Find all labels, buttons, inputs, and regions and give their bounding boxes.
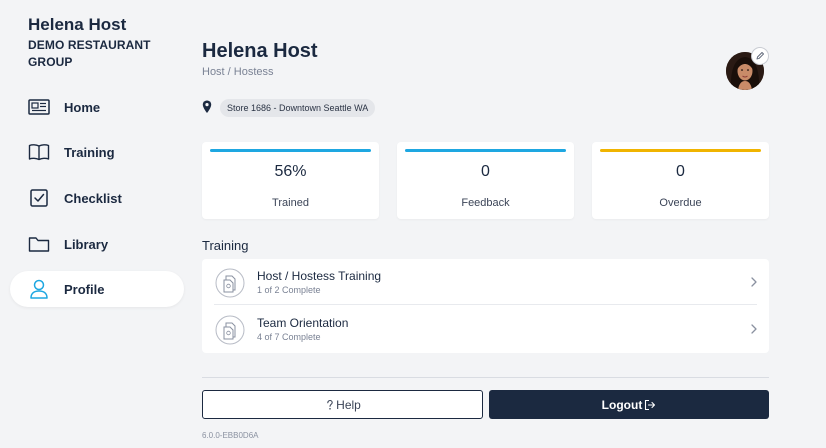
user-icon <box>30 279 48 299</box>
help-button-label: Help <box>336 397 361 412</box>
stat-value: 0 <box>676 163 685 180</box>
stat-label: Feedback <box>461 197 510 209</box>
edit-avatar-button[interactable] <box>751 47 769 65</box>
sidebar-user-name: Helena Host <box>28 15 127 34</box>
stat-value: 56% <box>274 163 307 180</box>
sidebar: Helena Host DEMO RESTAURANT GROUP Home T… <box>0 0 192 448</box>
training-item-team-orientation[interactable]: Team Orientation 4 of 7 Complete <box>202 306 769 352</box>
sidebar-item-checklist[interactable]: Checklist <box>10 180 184 216</box>
document-icon <box>215 268 245 298</box>
chevron-right-icon <box>751 277 757 287</box>
sidebar-item-label: Checklist <box>64 190 122 206</box>
stat-accent-bar <box>210 149 371 152</box>
sidebar-item-profile[interactable]: Profile <box>10 271 184 307</box>
sidebar-item-label: Home <box>64 99 101 115</box>
sidebar-org-name: DEMO RESTAURANT GROUP <box>28 38 151 69</box>
stat-card-trained[interactable]: 56% Trained <box>202 142 379 219</box>
chevron-right-icon <box>751 324 757 334</box>
stat-card-overdue[interactable]: 0 Overdue <box>592 142 769 219</box>
stat-card-feedback[interactable]: 0 Feedback <box>397 142 574 219</box>
document-icon <box>215 315 245 345</box>
sidebar-item-training[interactable]: Training <box>10 134 184 170</box>
pencil-icon <box>756 52 764 60</box>
sidebar-item-library[interactable]: Library <box>10 226 184 262</box>
sidebar-item-label: Library <box>64 236 109 252</box>
page-subtitle-role: Host / Hostess <box>202 66 274 78</box>
help-button[interactable]: Help <box>202 390 483 419</box>
stat-value: 0 <box>481 163 490 180</box>
training-item-title: Host / Hostess Training <box>257 269 382 283</box>
map-pin-icon <box>202 100 212 113</box>
question-icon <box>327 399 333 410</box>
logout-button[interactable]: Logout <box>489 390 769 419</box>
page-title: Helena Host <box>202 40 318 62</box>
row-divider <box>214 304 757 305</box>
sidebar-item-label: Profile <box>64 281 105 297</box>
newspaper-icon <box>28 99 50 115</box>
logout-button-label: Logout <box>601 397 643 412</box>
training-item-progress: 1 of 2 Complete <box>257 285 321 295</box>
location-chip: Store 1686 - Downtown Seattle WA <box>220 99 376 117</box>
logout-icon <box>645 399 656 410</box>
training-list: Host / Hostess Training 1 of 2 Complete … <box>202 259 769 353</box>
training-item-progress: 4 of 7 Complete <box>257 332 321 342</box>
app-version: 6.0.0-EBB0D6A <box>202 431 259 440</box>
stat-accent-bar <box>600 149 761 152</box>
checkbox-icon <box>30 189 48 207</box>
sidebar-item-home[interactable]: Home <box>10 89 184 125</box>
stat-accent-bar <box>405 149 566 152</box>
training-item-host-hostess[interactable]: Host / Hostess Training 1 of 2 Complete <box>202 259 769 305</box>
stat-label: Trained <box>272 197 309 209</box>
stat-label: Overdue <box>659 197 702 209</box>
training-section-title: Training <box>202 238 249 253</box>
book-icon <box>28 144 50 161</box>
training-item-title: Team Orientation <box>257 316 349 330</box>
section-divider <box>202 377 769 378</box>
folder-icon <box>28 237 50 252</box>
sidebar-item-label: Training <box>64 144 115 160</box>
